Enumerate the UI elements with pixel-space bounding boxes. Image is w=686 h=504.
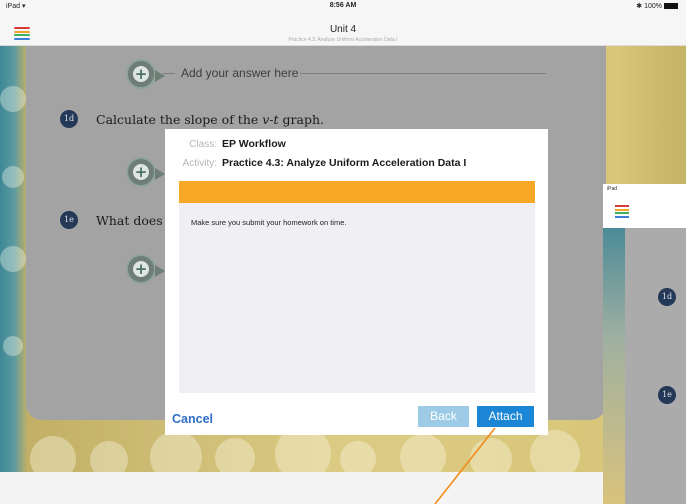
bottom-bar	[0, 472, 603, 504]
question-text: What does	[96, 213, 163, 228]
question-badge: 1d	[60, 110, 78, 128]
question-badge: 1e	[658, 386, 676, 404]
question-text: Calculate the slope of the v-t graph.	[96, 112, 324, 127]
message-text: Make sure you submit your homework on ti…	[191, 218, 347, 227]
message-header-bar	[179, 181, 535, 203]
bokeh-strip	[603, 228, 625, 504]
class-label: Class:	[189, 139, 217, 150]
attach-dialog: Class: EP Workflow Activity: Practice 4.3:…	[165, 129, 548, 435]
message-box: Make sure you submit your homework on ti…	[179, 181, 535, 393]
add-answer-button[interactable]: +	[126, 254, 165, 284]
bluetooth-icon: ✱	[636, 3, 643, 10]
title-bar: iPad ▾ 8:56 AM ✱ 100% Unit 4 Practice 4.…	[0, 0, 686, 46]
peek-status: iPad	[607, 186, 618, 192]
plus-icon: +	[134, 260, 148, 278]
add-answer-button[interactable]: +	[126, 157, 165, 187]
peek-worksheet	[625, 228, 686, 504]
divider	[163, 73, 175, 74]
status-battery: ✱ 100%	[636, 2, 678, 10]
activity-value: Practice 4.3: Analyze Uniform Accelerati…	[222, 157, 467, 169]
page-title: Unit 4	[329, 24, 357, 35]
attach-button[interactable]: Attach	[477, 406, 534, 427]
activity-row: Activity: Practice 4.3: Analyze Uniform A…	[173, 157, 467, 169]
question-badge: 1e	[60, 211, 78, 229]
divider	[300, 73, 546, 74]
status-time: 8:56 AM	[329, 2, 357, 9]
menu-icon[interactable]	[615, 205, 629, 218]
plus-icon: +	[134, 163, 148, 181]
question-badge: 1d	[658, 288, 676, 306]
activity-label: Activity:	[182, 158, 217, 169]
add-answer-button[interactable]: +	[126, 59, 165, 89]
class-row: Class: EP Workflow	[173, 138, 286, 150]
secondary-screen-panel: iPad 1d 1e	[603, 184, 686, 504]
class-value: EP Workflow	[222, 138, 286, 150]
battery-icon	[664, 3, 678, 10]
page-subtitle: Practice 4.3: Analyze Uniform Accelerati…	[288, 37, 398, 43]
back-button[interactable]: Back	[418, 406, 469, 427]
plus-icon: +	[134, 65, 148, 83]
add-answer-label: Add your answer here	[181, 66, 299, 80]
cancel-button[interactable]: Cancel	[172, 412, 213, 426]
